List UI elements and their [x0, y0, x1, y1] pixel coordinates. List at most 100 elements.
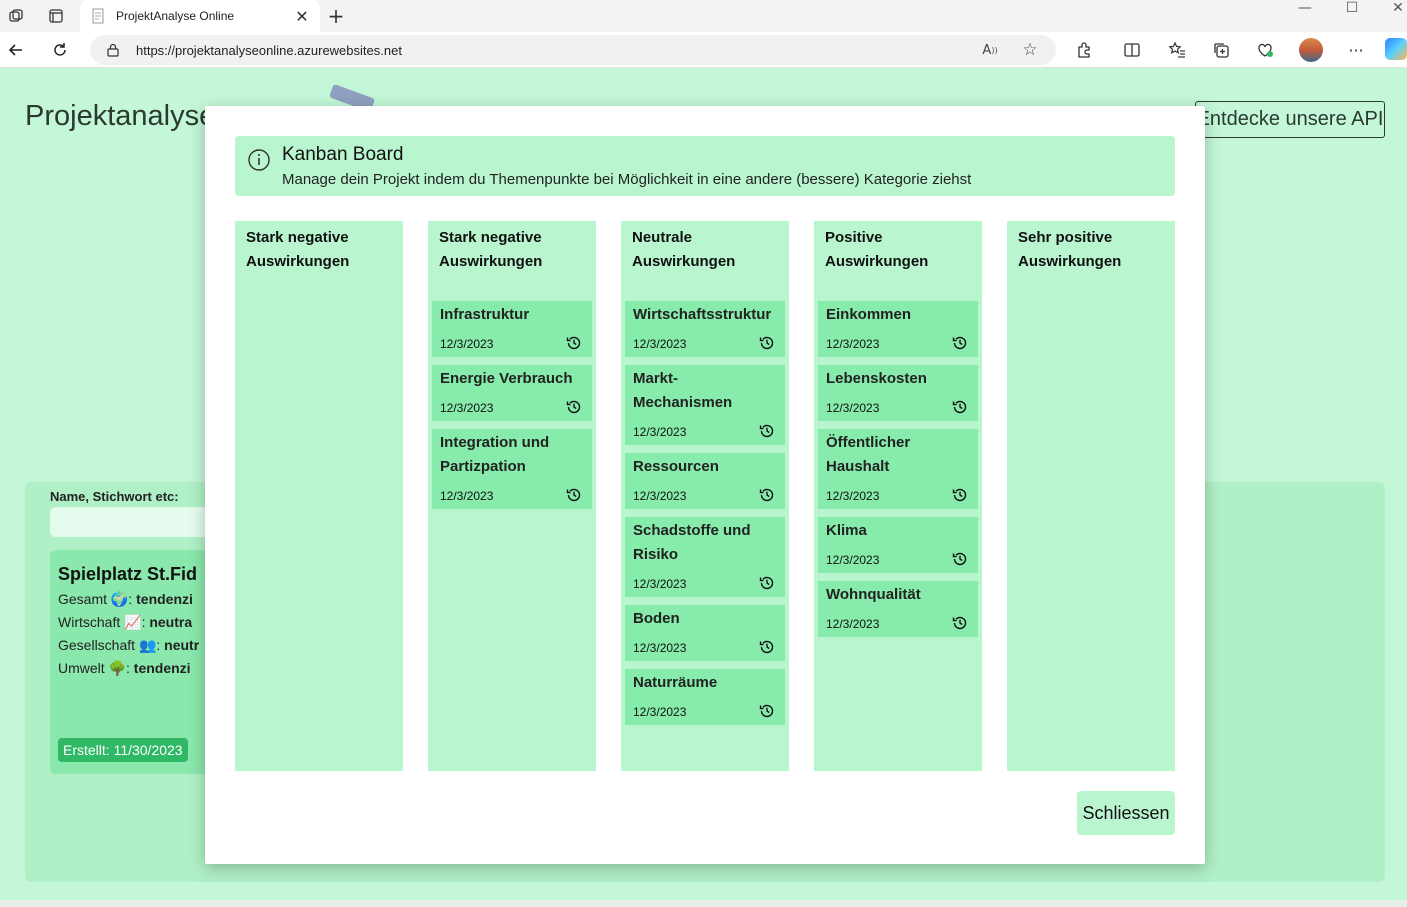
- history-icon[interactable]: [759, 639, 775, 655]
- column-title: Neutrale Auswirkungen: [632, 229, 736, 270]
- card-list: Infrastruktur 12/3/2023 Energie Verbrauch 1…: [432, 301, 592, 517]
- card-footer: 12/3/2023: [826, 479, 970, 509]
- history-icon[interactable]: [952, 615, 968, 631]
- split-screen-icon[interactable]: [1121, 39, 1143, 61]
- close-button[interactable]: Schliessen: [1077, 791, 1175, 835]
- extensions-icon[interactable]: [1073, 39, 1095, 61]
- card-date: 12/3/2023: [633, 577, 687, 591]
- card-date: 12/3/2023: [633, 337, 687, 351]
- tab-actions-icon[interactable]: [44, 4, 68, 28]
- history-icon[interactable]: [759, 703, 775, 719]
- kanban-card[interactable]: Ressourcen 12/3/2023: [625, 453, 785, 509]
- profile-avatar[interactable]: [1299, 38, 1323, 62]
- card-footer: 12/3/2023: [440, 479, 584, 509]
- read-aloud-icon[interactable]: A)): [980, 40, 1000, 60]
- card-footer: 12/3/2023: [440, 391, 584, 421]
- history-icon[interactable]: [952, 335, 968, 351]
- card-date: 12/3/2023: [440, 401, 494, 415]
- back-icon[interactable]: [4, 38, 28, 62]
- collections-icon[interactable]: [1210, 39, 1232, 61]
- kanban-card[interactable]: Wirtschaftsstruktur 12/3/2023: [625, 301, 785, 357]
- card-footer: 12/3/2023: [633, 479, 777, 509]
- card-date: 12/3/2023: [633, 705, 687, 719]
- history-icon[interactable]: [759, 575, 775, 591]
- lock-icon: [107, 43, 119, 57]
- browser-essentials-icon[interactable]: [1254, 39, 1276, 61]
- kanban-modal: Kanban Board Manage dein Projekt indem d…: [205, 106, 1205, 864]
- favorite-star-icon[interactable]: ☆: [1020, 40, 1040, 60]
- card-title: Boden: [633, 610, 680, 627]
- card-title: Infrastruktur: [440, 306, 530, 323]
- maximize-icon[interactable]: ☐: [1337, 0, 1367, 16]
- favorites-icon[interactable]: [1166, 39, 1188, 61]
- kanban-column[interactable]: Stark negative Auswirkungen: [235, 221, 403, 771]
- history-icon[interactable]: [759, 423, 775, 439]
- card-date: 12/3/2023: [826, 489, 880, 503]
- card-footer: 12/3/2023: [826, 327, 970, 357]
- kanban-card[interactable]: Einkommen 12/3/2023: [818, 301, 978, 357]
- column-title: Sehr positive Auswirkungen: [1018, 229, 1122, 270]
- card-date: 12/3/2023: [826, 553, 880, 567]
- kanban-card[interactable]: Öffentlicher Haushalt 12/3/2023: [818, 429, 978, 509]
- kanban-column[interactable]: Positive Auswirkungen Einkommen 12/3/2023 L…: [814, 221, 982, 771]
- column-title: Positive Auswirkungen: [825, 229, 929, 270]
- minimize-icon[interactable]: —: [1290, 0, 1320, 16]
- more-menu-icon[interactable]: ···: [1345, 39, 1367, 61]
- card-title: Wohnqualität: [826, 586, 921, 603]
- history-icon[interactable]: [952, 551, 968, 567]
- window-close-icon[interactable]: ✕: [1383, 0, 1407, 16]
- kanban-column[interactable]: Neutrale Auswirkungen Wirtschaftsstruktur…: [621, 221, 789, 771]
- url-field[interactable]: https://projektanalyseonline.azurewebsit…: [90, 35, 1056, 65]
- column-title: Stark negative Auswirkungen: [246, 229, 350, 270]
- modal-description: Manage dein Projekt indem du Themenpunkt…: [282, 171, 972, 188]
- kanban-card[interactable]: Schadstoffe und Risiko 12/3/2023: [625, 517, 785, 597]
- new-tab-icon[interactable]: +: [324, 4, 348, 28]
- page-favicon-icon: [92, 8, 104, 24]
- card-title: Ressourcen: [633, 458, 719, 475]
- card-footer: 12/3/2023: [633, 415, 777, 445]
- history-icon[interactable]: [566, 335, 582, 351]
- browser-tab[interactable]: ProjektAnalyse Online ✕: [80, 0, 320, 32]
- card-footer: 12/3/2023: [633, 631, 777, 661]
- card-list: Wirtschaftsstruktur 12/3/2023 Markt-Mechan…: [625, 301, 785, 733]
- card-footer: 12/3/2023: [826, 391, 970, 421]
- url-text: https://projektanalyseonline.azurewebsit…: [136, 42, 402, 58]
- history-icon[interactable]: [566, 399, 582, 415]
- kanban-card[interactable]: Markt-Mechanismen 12/3/2023: [625, 365, 785, 445]
- tab-close-icon[interactable]: ✕: [294, 7, 310, 26]
- kanban-card[interactable]: Naturräume 12/3/2023: [625, 669, 785, 725]
- card-title: Klima: [826, 522, 867, 539]
- kanban-card[interactable]: Lebenskosten 12/3/2023: [818, 365, 978, 421]
- history-icon[interactable]: [759, 487, 775, 503]
- kanban-column[interactable]: Sehr positive Auswirkungen: [1007, 221, 1175, 771]
- kanban-card[interactable]: Integration und Partizpation 12/3/2023: [432, 429, 592, 509]
- info-banner: Kanban Board Manage dein Projekt indem d…: [235, 136, 1175, 196]
- history-icon[interactable]: [566, 487, 582, 503]
- workspaces-icon[interactable]: [4, 4, 28, 28]
- kanban-column[interactable]: Stark negative Auswirkungen Infrastruktur…: [428, 221, 596, 771]
- card-date: 12/3/2023: [440, 337, 494, 351]
- card-footer: 12/3/2023: [826, 607, 970, 637]
- card-title: Schadstoffe und Risiko: [633, 522, 751, 563]
- browser-tab-bar: ProjektAnalyse Online ✕ + — ☐ ✕: [0, 0, 1407, 32]
- card-date: 12/3/2023: [826, 617, 880, 631]
- kanban-card[interactable]: Energie Verbrauch 12/3/2023: [432, 365, 592, 421]
- card-list: Einkommen 12/3/2023 Lebenskosten 12/3/2023 Ö…: [818, 301, 978, 645]
- kanban-card[interactable]: Boden 12/3/2023: [625, 605, 785, 661]
- info-icon: [248, 149, 270, 171]
- card-date: 12/3/2023: [826, 337, 880, 351]
- card-date: 12/3/2023: [633, 641, 687, 655]
- copilot-icon[interactable]: [1385, 38, 1407, 60]
- history-icon[interactable]: [759, 335, 775, 351]
- card-date: 12/3/2023: [826, 401, 880, 415]
- history-icon[interactable]: [952, 399, 968, 415]
- tab-title: ProjektAnalyse Online: [116, 9, 235, 23]
- history-icon[interactable]: [952, 487, 968, 503]
- refresh-icon[interactable]: [48, 38, 72, 62]
- kanban-card[interactable]: Wohnqualität 12/3/2023: [818, 581, 978, 637]
- card-footer: 12/3/2023: [633, 327, 777, 357]
- kanban-card[interactable]: Infrastruktur 12/3/2023: [432, 301, 592, 357]
- kanban-card[interactable]: Klima 12/3/2023: [818, 517, 978, 573]
- card-title: Integration und Partizpation: [440, 434, 550, 475]
- kanban-board: Stark negative Auswirkungen Stark negativ…: [235, 221, 1175, 771]
